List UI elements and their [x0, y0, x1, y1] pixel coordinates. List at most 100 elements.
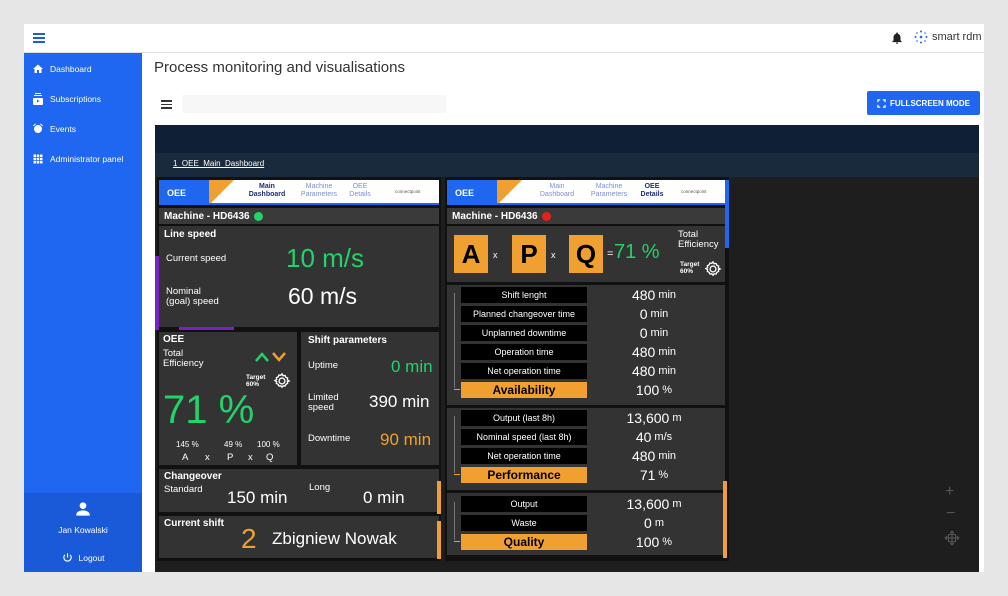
- zoom-in-icon[interactable]: +: [945, 483, 954, 501]
- row-number: 71: [639, 467, 656, 483]
- sidebar-item-subscriptions[interactable]: Subscriptions: [32, 89, 101, 109]
- header-underline: [209, 203, 439, 205]
- table-row: Net operation time 480 min: [461, 448, 719, 464]
- apq-x-1: x: [493, 250, 498, 260]
- nav-oee-details[interactable]: OEE Details: [345, 183, 375, 199]
- row-label: Net operation time: [461, 448, 587, 464]
- connectpoint-logo-right: connectpoint: [681, 189, 707, 194]
- purple-accent: [155, 256, 159, 330]
- row-number: 0: [639, 325, 648, 341]
- nav-main-dashboard-right[interactable]: Main Dashboard: [537, 183, 577, 199]
- bell-icon[interactable]: [890, 31, 904, 45]
- table-row: Quality 100%: [461, 534, 719, 550]
- tree-arrow: [454, 541, 460, 542]
- row-number: 100: [635, 534, 660, 550]
- logout-label: Logout: [78, 552, 105, 563]
- apq-formula-card: A x P x Q = 71 % Total Efficiency Target…: [447, 226, 725, 282]
- row-number: 0: [644, 515, 652, 531]
- current-shift-title: Current shift: [164, 518, 224, 529]
- blue-accent: [725, 180, 729, 248]
- zoom-out-icon[interactable]: −: [946, 505, 955, 523]
- nav-oee-details-right[interactable]: OEE Details: [637, 183, 667, 199]
- dashboard-tab-row: [155, 153, 979, 177]
- logout-button[interactable]: Logout: [24, 552, 142, 563]
- pan-icon[interactable]: [944, 530, 960, 546]
- header-accent: [209, 180, 234, 205]
- subscriptions-icon: [33, 93, 43, 105]
- home-icon: [33, 64, 43, 73]
- machine-title-bar: Machine - HD6436: [159, 208, 439, 224]
- brand-name: smart rdm: [932, 31, 982, 43]
- apq-q: Q: [569, 235, 603, 273]
- row-unit: min: [658, 365, 677, 377]
- oee-value: 71 %: [163, 388, 255, 432]
- shift-params-title: Shift parameters: [308, 335, 387, 346]
- row-unit: min: [658, 346, 677, 358]
- orange-accent-2: [437, 521, 441, 559]
- row-label: Unplanned downtime: [461, 325, 587, 341]
- apq-total-label-2: Efficiency: [678, 239, 719, 250]
- nav-machine-parameters[interactable]: Machine Parameters: [297, 183, 341, 199]
- sidebar-item-administrator-panel[interactable]: Administrator panel: [32, 149, 123, 169]
- sidebar-item-dashboard[interactable]: Dashboard: [32, 59, 92, 79]
- right-panel-header: OEE Main Dashboard Machine Parameters OE…: [447, 180, 727, 205]
- row-value: 100%: [589, 534, 719, 550]
- row-number: 100: [635, 382, 660, 398]
- settings-gear-icon[interactable]: [272, 371, 292, 391]
- long-value: 0 min: [363, 488, 405, 507]
- trend-down-icon: [272, 352, 286, 362]
- nav-main-dashboard[interactable]: Main Dashboard: [247, 183, 287, 199]
- row-value: 71%: [589, 467, 719, 483]
- dashboard-menu-icon[interactable]: [161, 100, 172, 109]
- connectpoint-logo: connectpoint: [395, 189, 421, 194]
- shift-number: 2: [241, 523, 257, 554]
- changeover-card: Changeover Standard 150 min Long 0 min: [159, 469, 439, 512]
- current-shift-card: Current shift 2 Zbigniew Nowak: [159, 516, 439, 558]
- row-label: Output (last 8h): [461, 410, 587, 426]
- power-icon: [62, 553, 72, 562]
- shift-operator-name: Zbigniew Nowak: [272, 529, 397, 548]
- sidebar-item-label: Subscriptions: [50, 94, 102, 104]
- sidebar: Dashboard Subscriptions Events Administr…: [24, 53, 142, 572]
- tree-arrow: [454, 474, 460, 475]
- tree-connector: [454, 293, 455, 388]
- settings-gear-icon-right[interactable]: [703, 259, 723, 279]
- sidebar-item-label: Events: [50, 124, 76, 134]
- current-speed-label: Current speed: [166, 253, 227, 264]
- sidebar-item-label: Dashboard: [50, 64, 92, 74]
- row-value: 480 min: [589, 344, 719, 360]
- row-number: 480: [631, 448, 656, 464]
- menu-icon[interactable]: [33, 33, 45, 43]
- row-unit: m: [672, 412, 682, 424]
- main-content: Process monitoring and visualisations FU…: [142, 53, 984, 572]
- apq-x-2: x: [551, 250, 556, 260]
- oee-x-sign-2: x: [248, 452, 253, 463]
- nominal-label-2: (goal) speed: [166, 296, 219, 307]
- top-bar: smart rdm: [24, 24, 984, 53]
- line-speed-title: Line speed: [164, 229, 217, 240]
- apq-a: A: [454, 235, 488, 273]
- dashboard-toolbar[interactable]: [182, 95, 446, 113]
- row-unit: min: [650, 308, 669, 320]
- oee-total-label-2: Efficiency: [163, 358, 204, 369]
- nav-machine-parameters-right[interactable]: Machine Parameters: [587, 183, 631, 199]
- table-row: Performance 71%: [461, 467, 719, 483]
- header-accent-right: [497, 180, 522, 205]
- left-panel-header: OEE Main Dashboard Machine Parameters OE…: [159, 180, 439, 205]
- row-value: 480 min: [589, 287, 719, 303]
- row-label: Planned changeover time: [461, 306, 587, 322]
- orange-accent: [437, 481, 441, 514]
- shift-parameters-card: Shift parameters Uptime 0 min Limited sp…: [301, 332, 439, 465]
- table-row: Shift lenght 480 min: [461, 287, 719, 303]
- oee-logo-right: OEE: [447, 180, 497, 205]
- fullscreen-button[interactable]: FULLSCREEN MODE: [867, 91, 980, 115]
- line-speed-card: Line speed Current speed 10 m/s Nominal …: [159, 226, 439, 327]
- oee-target-label: Target: [246, 374, 266, 381]
- sidebar-item-events[interactable]: Events: [32, 119, 76, 139]
- apq-equals: =: [607, 248, 614, 260]
- oee-q-percent: 100 %: [257, 440, 280, 449]
- dashboard-tab[interactable]: 1_OEE_Main_Dashboard: [173, 159, 264, 168]
- uptime-value: 0 min: [391, 357, 433, 376]
- user-panel: Jan Kowalski Logout: [24, 493, 142, 572]
- oee-card: OEE Total Efficiency Target 60% 71 % 145…: [159, 332, 297, 465]
